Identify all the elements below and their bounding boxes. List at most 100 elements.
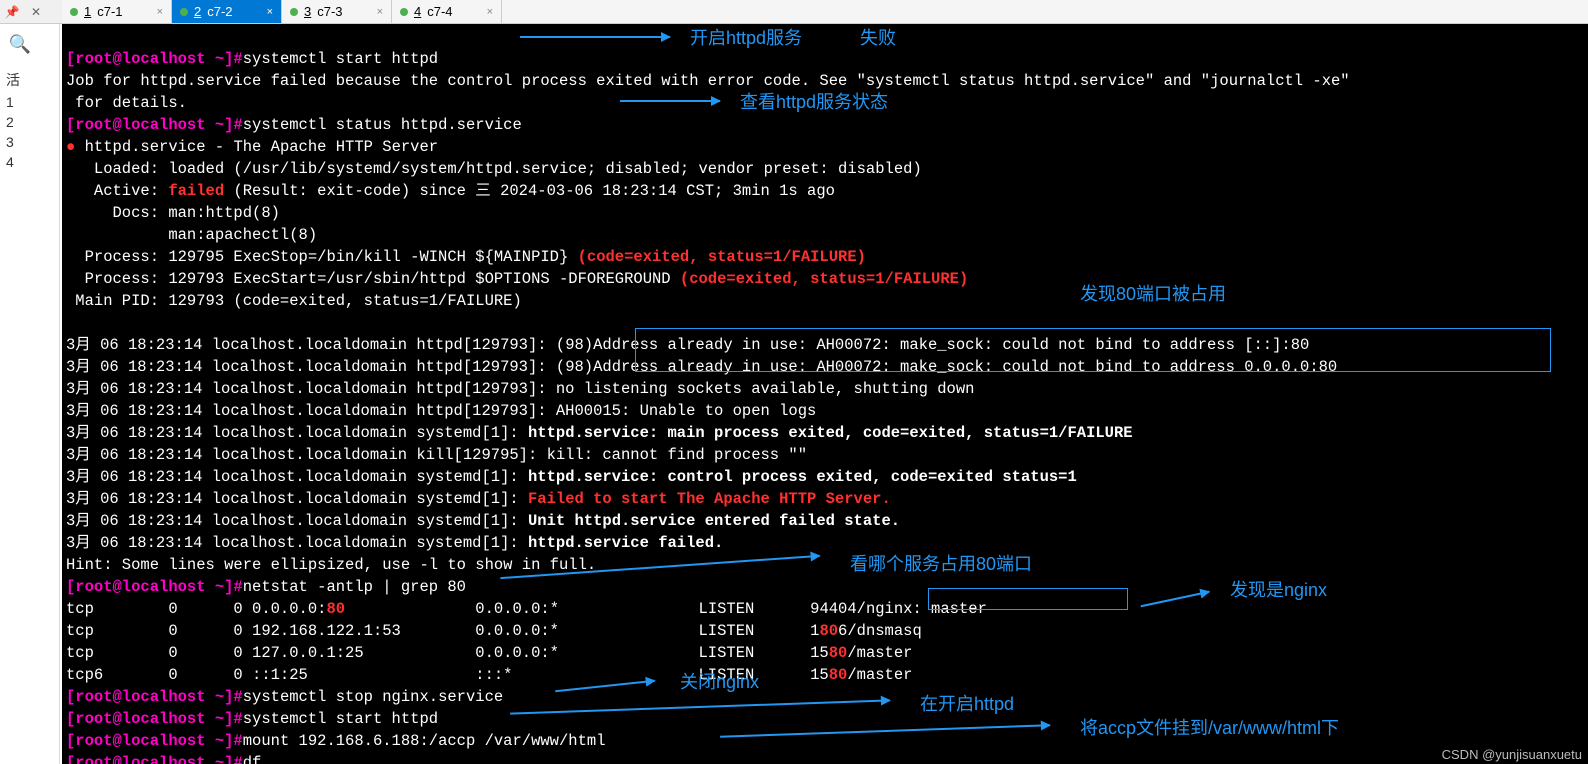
tab-bar: 1c7-1× 2c7-2× 3c7-3× 4c7-4× [62, 0, 1588, 24]
status-failure: (code=exited, status=1/FAILURE) [578, 248, 866, 266]
sidebar-list: 活 1 2 3 4 [0, 64, 59, 176]
port-80: 80 [829, 644, 848, 662]
arrow-icon [520, 36, 670, 38]
watermark: CSDN @yunjisuanxuetu [1442, 747, 1582, 762]
sidebar: 🔍 活 1 2 3 4 [0, 24, 60, 764]
prompt: [root@localhost ~]# [66, 754, 243, 764]
status-dot-icon [400, 8, 408, 16]
annotation: 开启httpd服务 [690, 24, 802, 50]
prompt: [root@localhost ~]# [66, 732, 243, 750]
output-line: Job for httpd.service failed because the… [66, 72, 1350, 90]
tab-label: c7-1 [97, 4, 122, 19]
annotation: 失败 [860, 24, 896, 50]
log-prefix: 3月 06 18:23:14 localhost.localdomain sys… [66, 534, 528, 552]
prompt: [root@localhost ~]# [66, 710, 243, 728]
bullet-icon: ● [66, 138, 75, 156]
annotation: 发现是nginx [1230, 576, 1327, 602]
pin-icon[interactable]: 📌 [0, 0, 24, 24]
netstat-line: tcp 0 0 127.0.0.1:25 0.0.0.0:* LISTEN 15 [66, 644, 829, 662]
log-line: httpd.service: main process exited, code… [528, 424, 1133, 442]
output-line: Docs: man:httpd(8) [66, 204, 280, 222]
output-line: man:apachectl(8) [66, 226, 317, 244]
tab-label: c7-4 [427, 4, 452, 19]
output-line: (Result: exit-code) since 三 2024-03-06 1… [224, 182, 835, 200]
log-prefix: 3月 06 18:23:14 localhost.localdomain sys… [66, 424, 528, 442]
tab-label: c7-2 [207, 4, 232, 19]
netstat-line: 0.0.0.0:* LISTEN 94404/nginx: master [345, 600, 996, 618]
command: netstat -antlp | grep 80 [243, 578, 466, 596]
netstat-line: 6/dnsmasq [838, 622, 996, 640]
prompt: [root@localhost ~]# [66, 116, 243, 134]
tab-close-icon[interactable]: × [487, 6, 493, 18]
tab-num: 2 [194, 4, 201, 19]
hint-line: Hint: Some lines were ellipsized, use -l… [66, 556, 596, 574]
tab-c7-3[interactable]: 3 c7-3 × [282, 0, 392, 23]
annotation: 查看httpd服务状态 [740, 88, 888, 114]
annotation: 看哪个服务占用80端口 [850, 550, 1032, 576]
annotation: 发现80端口被占用 [1080, 280, 1226, 306]
sidebar-item[interactable]: 1 [6, 92, 53, 112]
log-prefix: 3月 06 18:23:14 localhost.localdomain sys… [66, 512, 528, 530]
netstat-line: /master [847, 666, 996, 684]
tab-c7-1[interactable]: 1c7-1× [62, 0, 172, 23]
output-line: for details. [66, 94, 187, 112]
prompt: [root@localhost ~]# [66, 50, 243, 68]
tab-num: 4 [414, 4, 421, 19]
log-line: 3月 06 18:23:14 localhost.localdomain htt… [66, 380, 974, 398]
log-prefix: 3月 06 18:23:14 localhost.localdomain htt… [66, 358, 556, 376]
port-80: 80 [829, 666, 848, 684]
log-prefix: 3月 06 18:23:14 localhost.localdomain htt… [66, 336, 556, 354]
terminal[interactable]: [root@localhost ~]#systemctl start httpd… [62, 24, 1588, 764]
command: systemctl status httpd.service [243, 116, 522, 134]
search-icon[interactable]: 🔍 [0, 24, 40, 64]
command: df [243, 754, 262, 764]
output-line: Loaded: loaded (/usr/lib/systemd/system/… [66, 160, 922, 178]
command: mount 192.168.6.188:/accp /var/www/html [243, 732, 606, 750]
log-line: Unit httpd.service entered failed state. [528, 512, 900, 530]
netstat-line: tcp 0 0 192.168.122.1:53 0.0.0.0:* LISTE… [66, 622, 819, 640]
command: systemctl start httpd [243, 710, 438, 728]
tab-close-icon[interactable]: × [377, 6, 383, 18]
status-dot-icon [180, 8, 188, 16]
annotation: 在开启httpd [920, 690, 1014, 716]
output-line: Process: 129793 ExecStart=/usr/sbin/http… [66, 270, 680, 288]
tab-label: c7-3 [317, 4, 342, 19]
status-failed: failed [168, 182, 224, 200]
netstat-line: /master [847, 644, 996, 662]
log-line: httpd.service failed. [528, 534, 723, 552]
sidebar-item[interactable]: 活 [6, 68, 53, 92]
status-dot-icon [290, 8, 298, 16]
log-prefix: 3月 06 18:23:14 localhost.localdomain sys… [66, 468, 528, 486]
arrow-icon [620, 100, 720, 102]
log-line: 3月 06 18:23:14 localhost.localdomain kil… [66, 446, 807, 464]
annotation: 将accp文件挂到/var/www/html下 [1080, 714, 1339, 740]
log-error: Failed to start The Apache HTTP Server. [528, 490, 891, 508]
prompt: [root@localhost ~]# [66, 688, 243, 706]
sidebar-item[interactable]: 4 [6, 152, 53, 172]
sidebar-item[interactable]: 2 [6, 112, 53, 132]
tab-num: 3 [304, 4, 311, 19]
netstat-line: tcp 0 0 0.0.0.0: [66, 600, 326, 618]
prompt: [root@localhost ~]# [66, 578, 243, 596]
tab-close-icon[interactable]: × [157, 6, 163, 18]
sidebar-item[interactable]: 3 [6, 132, 53, 152]
log-line: httpd.service: control process exited, c… [528, 468, 1077, 486]
annotation: 关闭nginx [680, 668, 759, 694]
highlight-box [635, 328, 1551, 372]
status-dot-icon [70, 8, 78, 16]
log-line: 3月 06 18:23:14 localhost.localdomain htt… [66, 402, 816, 420]
status-failure: (code=exited, status=1/FAILURE) [680, 270, 968, 288]
output-line: Main PID: 129793 (code=exited, status=1/… [66, 292, 522, 310]
highlight-box [928, 588, 1128, 610]
close-icon[interactable]: ✕ [24, 0, 48, 24]
output-line: Process: 129795 ExecStop=/bin/kill -WINC… [66, 248, 578, 266]
tab-c7-2[interactable]: 2 c7-2 × [172, 0, 282, 23]
command: systemctl start httpd [243, 50, 438, 68]
output-line: Active: [66, 182, 168, 200]
tab-c7-4[interactable]: 4 c7-4 × [392, 0, 502, 23]
output-line: httpd.service - The Apache HTTP Server [75, 138, 438, 156]
command: systemctl stop nginx.service [243, 688, 503, 706]
log-prefix: 3月 06 18:23:14 localhost.localdomain sys… [66, 490, 528, 508]
tab-close-icon[interactable]: × [267, 6, 273, 18]
port-80: 80 [819, 622, 838, 640]
